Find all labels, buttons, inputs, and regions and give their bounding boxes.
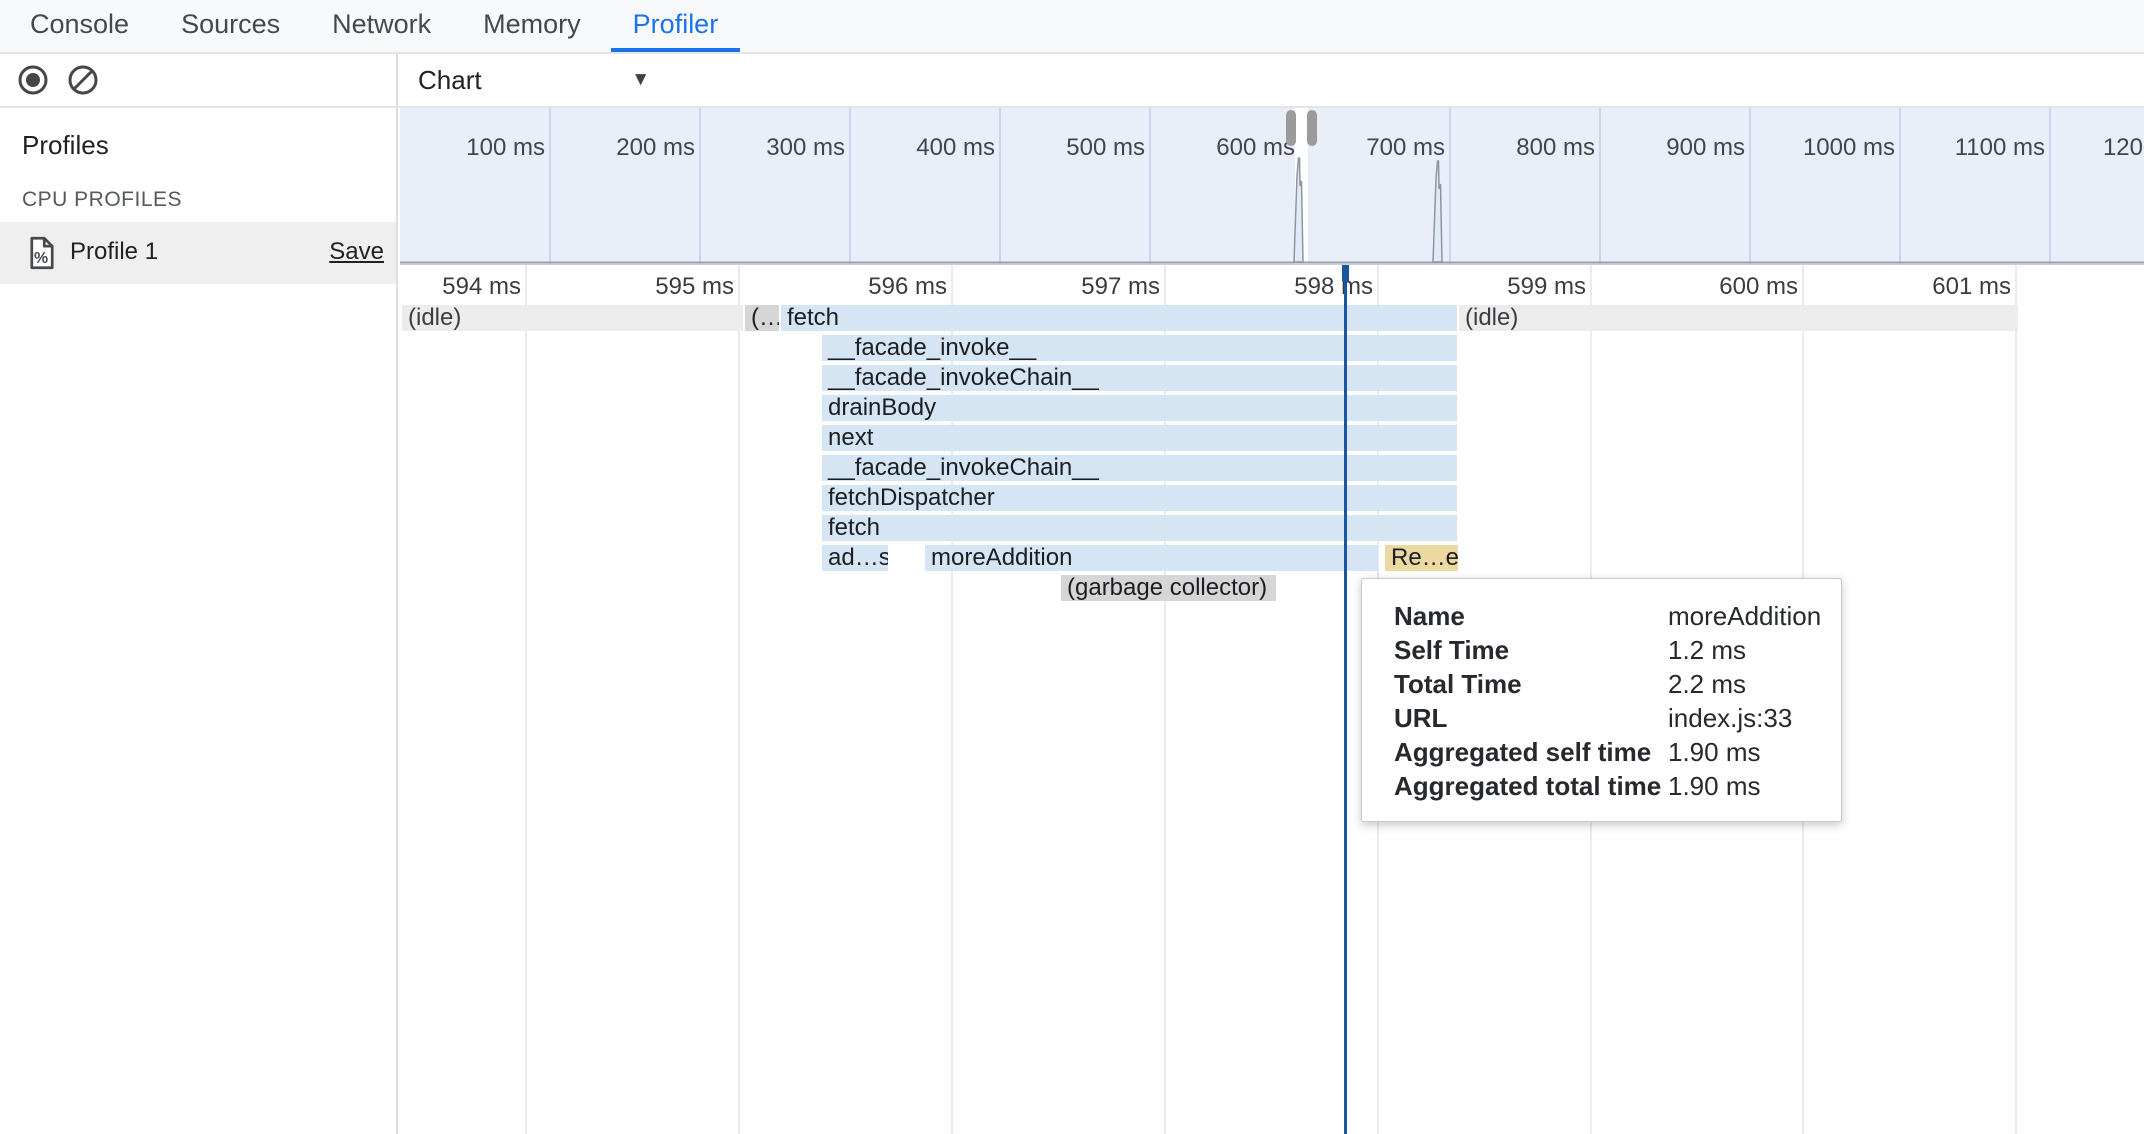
flame-bar[interactable]: (… [745,305,779,331]
tooltip-value: 2.2 ms [1668,669,1746,700]
tooltip-value: 1.90 ms [1668,737,1761,768]
timeline-overview[interactable]: 1200 ms1100 ms1000 ms900 ms800 ms700 ms6… [400,108,2144,265]
tooltip-label: Name [1394,601,1668,632]
tooltip-value: index.js:33 [1668,703,1792,734]
ruler-tick-label: 599 ms [1386,273,1586,301]
frame-tooltip: NamemoreAddition Self Time1.2 ms Total T… [1361,578,1842,822]
profiler-controls [0,54,398,106]
clear-button[interactable] [66,63,100,97]
ruler-tick-label: 596 ms [747,273,947,301]
playhead-line[interactable] [1344,265,1347,1134]
flame-bar[interactable]: __facade_invokeChain__ [822,455,1457,481]
cpu-activity-graph [400,108,2144,264]
tooltip-label: Total Time [1394,669,1668,700]
save-profile-link[interactable]: Save [329,238,384,266]
sidebar: Profiles CPU PROFILES % Profile 1 Save [0,108,398,1134]
tab-memory[interactable]: Memory [461,0,603,52]
gridline [738,265,740,1134]
flame-bar[interactable]: fetchDispatcher [822,485,1457,511]
view-mode-select[interactable]: Chart ▼ [418,54,650,106]
tooltip-value: 1.2 ms [1668,635,1746,666]
flame-bar[interactable]: __facade_invoke__ [822,335,1457,361]
profile-item[interactable]: % Profile 1 Save [0,222,396,284]
flame-bar[interactable]: (idle) [402,305,743,331]
flame-bar[interactable]: fetch [822,515,1457,541]
devtools-window: Console Sources Network Memory Profiler … [0,0,2144,1134]
tooltip-label: Aggregated self time [1394,737,1668,768]
tooltip-label: Aggregated total time [1394,771,1668,802]
profile-name: Profile 1 [70,238,158,266]
flame-bar[interactable]: ad…s [822,545,888,571]
tooltip-label: Self Time [1394,635,1668,666]
gridline [2015,265,2017,1134]
flame-bar[interactable]: __facade_invokeChain__ [822,365,1457,391]
profile-document-icon: % [28,236,56,270]
ruler-tick-label: 594 ms [400,273,521,301]
flame-bar[interactable]: (garbage collector) [1061,575,1276,601]
flame-bar[interactable]: (idle) [1459,305,2018,331]
tooltip-label: URL [1394,703,1668,734]
dropdown-caret-icon: ▼ [631,69,650,91]
tab-network[interactable]: Network [310,0,453,52]
selection-handle-right[interactable] [1307,110,1317,146]
flame-bar[interactable]: moreAddition [925,545,1378,571]
tab-sources[interactable]: Sources [159,0,302,52]
ruler-tick-label: 597 ms [960,273,1160,301]
ruler-tick-label: 600 ms [1598,273,1798,301]
profiles-title: Profiles [22,130,109,161]
tooltip-value: moreAddition [1668,601,1821,632]
flame-bar[interactable]: drainBody [822,395,1457,421]
flame-bar[interactable]: next [822,425,1457,451]
flame-chart-area: 1200 ms1100 ms1000 ms900 ms800 ms700 ms6… [400,108,2144,1134]
ruler-tick-label: 601 ms [1811,273,2011,301]
gridline [525,265,527,1134]
record-circle-icon [16,63,50,97]
view-mode-value: Chart [418,65,482,96]
tab-profiler[interactable]: Profiler [611,0,741,52]
flame-bar[interactable]: Re…e [1385,545,1458,571]
ruler-tick-label: 595 ms [534,273,734,301]
tab-console[interactable]: Console [8,0,151,52]
tooltip-value: 1.90 ms [1668,771,1761,802]
profiler-toolbar: Chart ▼ [0,54,2144,108]
cpu-profiles-section-title: CPU PROFILES [22,188,182,212]
selection-handle-left[interactable] [1286,110,1296,146]
svg-text:%: % [34,250,48,267]
tabbar: Console Sources Network Memory Profiler [0,0,2144,54]
time-ruler: 594 ms595 ms596 ms597 ms598 ms599 ms600 … [400,265,2144,305]
clear-slash-icon [66,63,100,97]
record-button[interactable] [16,63,50,97]
flame-bar[interactable]: fetch [781,305,1457,331]
